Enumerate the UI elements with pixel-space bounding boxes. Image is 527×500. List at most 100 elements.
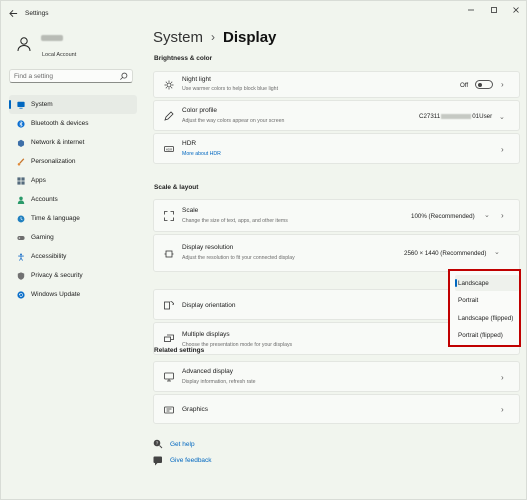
minimize-button[interactable] <box>462 4 480 16</box>
sidebar-item-windows-update[interactable]: Windows Update <box>9 285 137 304</box>
sidebar-item-label: Gaming <box>31 234 54 241</box>
display-resolution-subtitle: Adjust the resolution to fit your connec… <box>182 255 295 261</box>
orientation-icon <box>164 301 174 310</box>
resolution-icon <box>164 250 174 258</box>
monitor-icon <box>164 372 174 382</box>
search-input[interactable]: Find a setting <box>9 69 133 83</box>
chevron-right-icon: › <box>501 80 504 89</box>
maximize-button[interactable] <box>485 4 503 16</box>
color-profile-card[interactable]: Color profile Adjust the way colors appe… <box>153 100 520 131</box>
sidebar-item-privacy-security[interactable]: Privacy & security <box>9 266 137 285</box>
sidebar-item-apps[interactable]: Apps <box>9 171 137 190</box>
back-arrow-icon <box>8 9 17 17</box>
page-title: Display <box>223 28 277 46</box>
multiple-displays-icon <box>164 334 174 342</box>
minimize-icon <box>468 9 474 11</box>
search-placeholder: Find a setting <box>14 72 54 80</box>
give-feedback-link[interactable]: Give feedback <box>170 457 212 464</box>
sidebar-item-label: Accessibility <box>31 253 67 260</box>
multiple-displays-title: Multiple displays <box>182 331 230 338</box>
section-related-settings: Related settings <box>154 347 205 354</box>
hdr-icon: HDR <box>164 146 174 152</box>
sidebar-item-network[interactable]: Network & internet <box>9 133 137 152</box>
graphics-title: Graphics <box>182 406 209 413</box>
person-icon <box>17 196 25 204</box>
orientation-option-landscape-flipped[interactable]: Landscape (flipped) <box>455 310 519 326</box>
accessibility-icon <box>18 252 24 261</box>
chevron-right-icon: › <box>501 405 504 414</box>
sidebar-item-label: Privacy & security <box>31 272 83 279</box>
svg-text:HDR: HDR <box>166 147 173 151</box>
gamepad-icon <box>17 235 25 240</box>
sidebar-item-system[interactable]: System <box>9 95 137 114</box>
back-button[interactable] <box>6 6 20 20</box>
chevron-down-icon: ⌄ <box>499 114 505 121</box>
monitor-icon <box>17 101 25 109</box>
sidebar-item-gaming[interactable]: Gaming <box>9 228 137 247</box>
apps-icon <box>17 176 25 185</box>
breadcrumb-system[interactable]: System <box>153 29 203 46</box>
night-light-title: Night light <box>182 76 211 83</box>
graphics-card[interactable]: Graphics › <box>153 394 520 424</box>
scale-title: Scale <box>182 207 199 214</box>
redacted-text <box>441 113 472 119</box>
account-type: Local Account <box>42 52 77 58</box>
chevron-down-icon: ⌄ <box>484 212 490 219</box>
section-scale-layout: Scale & layout <box>154 184 199 191</box>
sidebar-item-bluetooth[interactable]: Bluetooth & devices <box>9 114 137 133</box>
display-resolution-value[interactable]: 2560 × 1440 (Recommended) <box>404 250 486 257</box>
scale-value[interactable]: 100% (Recommended) <box>411 213 475 220</box>
breadcrumb-separator: › <box>211 30 216 44</box>
chevron-right-icon: › <box>501 373 504 382</box>
display-resolution-title: Display resolution <box>182 244 234 251</box>
sidebar-item-time-language[interactable]: Time & language <box>9 209 137 228</box>
user-profile[interactable]: Local Account <box>13 33 138 58</box>
brightness-icon <box>164 80 174 90</box>
sidebar-item-accounts[interactable]: Accounts <box>9 190 137 209</box>
sidebar-item-label: Bluetooth & devices <box>31 120 89 127</box>
color-profile-value-suffix: 01User <box>472 113 493 120</box>
window-title: Settings <box>25 10 49 17</box>
sidebar-item-label: Windows Update <box>31 291 81 298</box>
night-light-subtitle: Use warmer colors to help block blue lig… <box>182 86 279 92</box>
advanced-display-subtitle: Display information, refresh rate <box>182 379 256 385</box>
more-about-hdr-link[interactable]: More about HDR <box>182 151 221 157</box>
chevron-down-icon: ⌄ <box>494 249 500 256</box>
breadcrumb: System › Display <box>153 27 276 47</box>
title-bar: Settings <box>1 1 527 25</box>
hdr-card[interactable]: HDR HDR More about HDR › <box>153 133 520 164</box>
sidebar-item-label: Personalization <box>31 158 76 165</box>
night-light-card[interactable]: Night light Use warmer colors to help bl… <box>153 71 520 98</box>
orientation-option-portrait[interactable]: Portrait <box>455 292 519 308</box>
sidebar-item-accessibility[interactable]: Accessibility <box>9 247 137 266</box>
network-icon <box>17 139 25 147</box>
scale-icon <box>164 211 174 221</box>
sidebar-item-label: System <box>31 101 53 108</box>
get-help-link[interactable]: Get help <box>170 441 195 448</box>
sidebar-item-label: Apps <box>31 177 46 184</box>
color-profile-title: Color profile <box>182 107 218 114</box>
graphics-icon <box>164 406 174 414</box>
shield-icon <box>17 271 25 280</box>
scale-card[interactable]: Scale Change the size of text, apps, and… <box>153 199 520 232</box>
help-icon: ? <box>153 439 163 449</box>
sidebar-item-personalization[interactable]: Personalization <box>9 152 137 171</box>
color-profile-value-prefix: C27311 <box>419 113 441 120</box>
color-profile-subtitle: Adjust the way colors appear on your scr… <box>182 118 285 124</box>
update-icon <box>17 290 25 299</box>
close-button[interactable] <box>507 4 525 16</box>
orientation-option-landscape[interactable]: Landscape <box>455 275 519 291</box>
sidebar: Local Account Find a setting System Blue… <box>1 25 141 500</box>
scale-subtitle: Change the size of text, apps, and other… <box>182 218 288 224</box>
night-light-toggle[interactable] <box>475 80 493 89</box>
section-brightness-color: Brightness & color <box>154 55 213 62</box>
color-profile-value[interactable]: C27311 01User <box>419 113 492 120</box>
orientation-option-portrait-flipped[interactable]: Portrait (flipped) <box>455 327 519 343</box>
orientation-dropdown-menu[interactable]: Landscape Portrait Landscape (flipped) P… <box>448 269 521 347</box>
maximize-icon <box>491 7 497 13</box>
advanced-display-card[interactable]: Advanced display Display information, re… <box>153 361 520 392</box>
close-icon <box>513 7 519 13</box>
sidebar-nav: System Bluetooth & devices Network & int… <box>9 95 137 304</box>
display-resolution-card[interactable]: Display resolution Adjust the resolution… <box>153 234 520 272</box>
globe-clock-icon <box>17 215 25 222</box>
